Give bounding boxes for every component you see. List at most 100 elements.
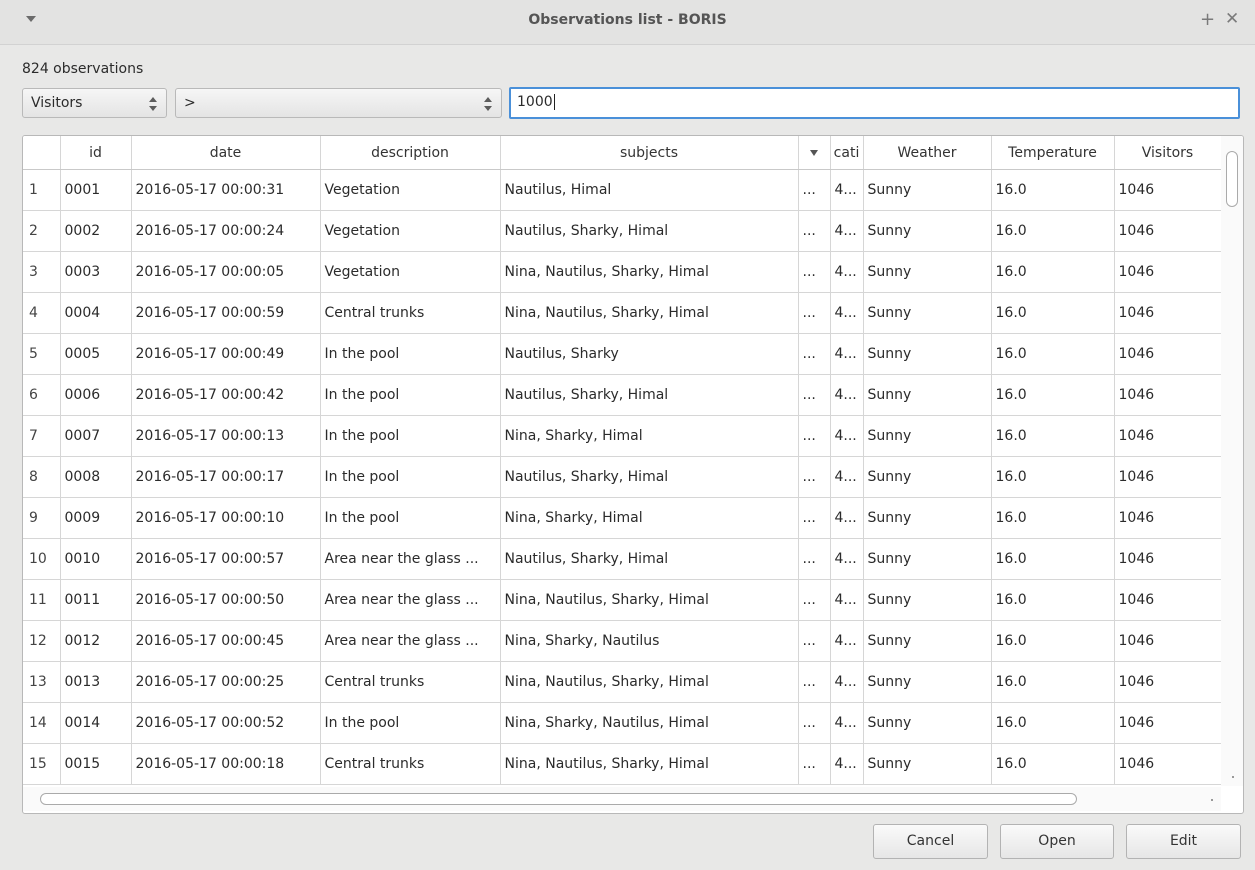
table-row[interactable]: 11 0011 2016-05-17 00:00:50 Area near the g… [23, 579, 1222, 621]
cell-subjects: Nautilus, Sharky [500, 333, 799, 375]
header-date[interactable]: date [131, 136, 321, 170]
cell-description: In the pool [320, 456, 501, 498]
cell-visitors: 1046 [1114, 374, 1222, 416]
header-cati[interactable]: cati [830, 136, 864, 170]
vertical-scroll-thumb[interactable] [1226, 151, 1238, 207]
header-sort-column[interactable] [798, 136, 831, 170]
cell-date: 2016-05-17 00:00:52 [131, 702, 321, 744]
spin-arrows-icon [484, 97, 492, 111]
cell-sort-column: ... [798, 661, 831, 703]
sort-down-icon [810, 149, 818, 156]
text-caret [553, 94, 555, 110]
horizontal-scroll-thumb[interactable] [40, 793, 1077, 805]
cell-date: 2016-05-17 00:00:42 [131, 374, 321, 416]
table-row[interactable]: 10 0010 2016-05-17 00:00:57 Area near the g… [23, 538, 1222, 580]
table-row[interactable]: 5 0005 2016-05-17 00:00:49 In the pool Nauti… [23, 333, 1222, 375]
cell-cati: 4... [830, 456, 864, 498]
vertical-scrollbar[interactable] [1221, 136, 1243, 786]
cell-subjects: Nautilus, Sharky, Himal [500, 374, 799, 416]
cell-id: 0003 [60, 251, 132, 293]
edit-button[interactable]: Edit [1126, 824, 1241, 859]
header-weather[interactable]: Weather [863, 136, 992, 170]
cell-weather: Sunny [863, 169, 992, 211]
cell-description: Vegetation [320, 169, 501, 211]
cell-subjects: Nautilus, Sharky, Himal [500, 456, 799, 498]
cell-id: 0005 [60, 333, 132, 375]
header-visitors[interactable]: Visitors [1114, 136, 1222, 170]
table-row[interactable]: 1 0001 2016-05-17 00:00:31 Vegetation Nautil… [23, 169, 1222, 211]
table-row[interactable]: 9 0009 2016-05-17 00:00:10 In the pool Nina,… [23, 497, 1222, 539]
close-icon[interactable]: ✕ [1225, 9, 1239, 29]
table-row[interactable]: 2 0002 2016-05-17 00:00:24 Vegetation Nautil… [23, 210, 1222, 252]
table-row[interactable]: 14 0014 2016-05-17 00:00:52 In the pool Nina… [23, 702, 1222, 744]
cell-weather: Sunny [863, 661, 992, 703]
table-row[interactable]: 3 0003 2016-05-17 00:00:05 Vegetation Nina, … [23, 251, 1222, 293]
table-row[interactable]: 4 0004 2016-05-17 00:00:59 Central trunks Ni… [23, 292, 1222, 334]
filter-field-value: Visitors [31, 95, 83, 111]
cell-date: 2016-05-17 00:00:24 [131, 210, 321, 252]
table-header-row: id date description subjects cati Weathe… [23, 136, 1222, 170]
cell-description: In the pool [320, 497, 501, 539]
cell-visitors: 1046 [1114, 702, 1222, 744]
cell-weather: Sunny [863, 743, 992, 785]
cell-sort-column: ... [798, 538, 831, 580]
header-id[interactable]: id [60, 136, 132, 170]
cell-date: 2016-05-17 00:00:45 [131, 620, 321, 662]
cell-subjects: Nina, Sharky, Himal [500, 415, 799, 457]
filter-field-combo[interactable]: Visitors [22, 88, 167, 118]
table-row[interactable]: 6 0006 2016-05-17 00:00:42 In the pool Nauti… [23, 374, 1222, 416]
open-button[interactable]: Open [1000, 824, 1114, 859]
cell-sort-column: ... [798, 210, 831, 252]
cell-subjects: Nina, Sharky, Nautilus, Himal [500, 702, 799, 744]
cell-visitors: 1046 [1114, 333, 1222, 375]
cell-sort-column: ... [798, 415, 831, 457]
cell-weather: Sunny [863, 333, 992, 375]
cell-temperature: 16.0 [991, 661, 1115, 703]
cell-date: 2016-05-17 00:00:10 [131, 497, 321, 539]
header-description[interactable]: description [320, 136, 501, 170]
cell-visitors: 1046 [1114, 251, 1222, 293]
cell-description: Area near the glass ... [320, 579, 501, 621]
cell-sort-column: ... [798, 743, 831, 785]
row-number: 6 [23, 374, 61, 416]
cell-id: 0011 [60, 579, 132, 621]
cell-date: 2016-05-17 00:00:57 [131, 538, 321, 580]
cell-sort-column: ... [798, 579, 831, 621]
header-temperature[interactable]: Temperature [991, 136, 1115, 170]
maximize-icon[interactable]: + [1200, 9, 1215, 30]
cell-description: Central trunks [320, 743, 501, 785]
cell-weather: Sunny [863, 579, 992, 621]
cell-weather: Sunny [863, 497, 992, 539]
horizontal-scrollbar[interactable] [23, 787, 1221, 811]
table-row[interactable]: 13 0013 2016-05-17 00:00:25 Central trunks N… [23, 661, 1222, 703]
cell-description: In the pool [320, 415, 501, 457]
header-subjects[interactable]: subjects [500, 136, 799, 170]
cell-cati: 4... [830, 210, 864, 252]
row-number: 1 [23, 169, 61, 211]
scroll-corner-dot [1232, 776, 1234, 778]
observations-table[interactable]: id date description subjects cati Weathe… [22, 135, 1244, 814]
cell-temperature: 16.0 [991, 497, 1115, 539]
table-row[interactable]: 7 0007 2016-05-17 00:00:13 In the pool Nina,… [23, 415, 1222, 457]
cell-description: In the pool [320, 374, 501, 416]
table-row[interactable]: 12 0012 2016-05-17 00:00:45 Area near the g… [23, 620, 1222, 662]
cell-temperature: 16.0 [991, 374, 1115, 416]
observation-count: 824 observations [22, 61, 144, 77]
cell-date: 2016-05-17 00:00:05 [131, 251, 321, 293]
cell-id: 0006 [60, 374, 132, 416]
table-row[interactable]: 8 0008 2016-05-17 00:00:17 In the pool Nauti… [23, 456, 1222, 498]
cell-date: 2016-05-17 00:00:17 [131, 456, 321, 498]
filter-operator-combo[interactable]: > [175, 88, 502, 118]
cell-weather: Sunny [863, 210, 992, 252]
table-row[interactable]: 15 0015 2016-05-17 00:00:18 Central trunks N… [23, 743, 1222, 785]
cancel-button[interactable]: Cancel [873, 824, 988, 859]
cell-id: 0010 [60, 538, 132, 580]
cell-subjects: Nina, Nautilus, Sharky, Himal [500, 292, 799, 334]
row-number: 8 [23, 456, 61, 498]
cell-id: 0013 [60, 661, 132, 703]
row-number: 9 [23, 497, 61, 539]
cell-weather: Sunny [863, 538, 992, 580]
cell-sort-column: ... [798, 333, 831, 375]
filter-value-input[interactable]: 1000 [509, 87, 1240, 119]
cell-subjects: Nina, Sharky, Himal [500, 497, 799, 539]
